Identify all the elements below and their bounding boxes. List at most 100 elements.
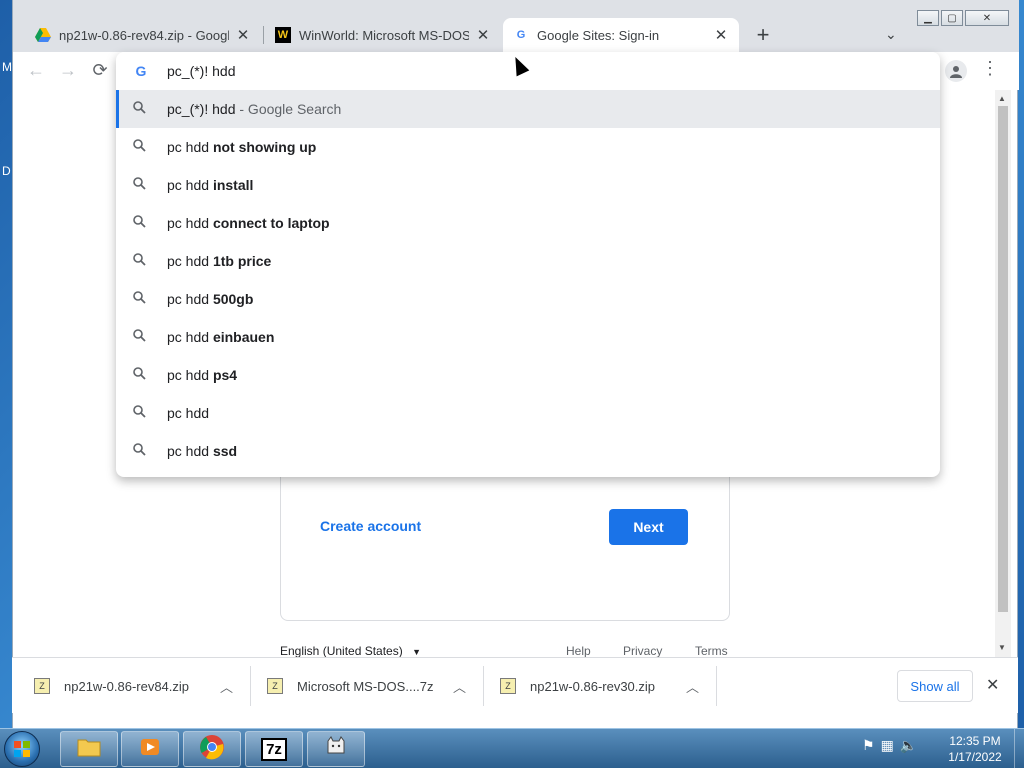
volume-icon[interactable]: 🔈 xyxy=(900,737,917,754)
dropdown-arrow-icon: ▼ xyxy=(412,647,421,657)
media-player-icon xyxy=(139,736,161,763)
zip-file-icon: Z xyxy=(267,678,283,694)
suggestion-text: pc hdd xyxy=(167,215,213,231)
tab-drive[interactable]: np21w-0.86-rev84.zip - Google D ✕ xyxy=(25,18,261,52)
suggestion-item[interactable]: pc hdd not showing up xyxy=(116,128,940,166)
suggestion-text: pc hdd xyxy=(167,139,213,155)
help-link[interactable]: Help xyxy=(566,644,591,658)
new-tab-button[interactable]: + xyxy=(751,24,775,46)
suggestion-completion: connect to laptop xyxy=(212,215,330,231)
download-filename: Microsoft MS-DOS....7z xyxy=(297,678,434,694)
7zip-taskbar-button[interactable]: 7z xyxy=(245,731,303,767)
download-separator xyxy=(716,666,717,706)
tab-search-icon[interactable]: ⌄ xyxy=(885,26,897,43)
reload-icon[interactable]: ⟳ xyxy=(89,60,111,81)
7zip-icon: 7z xyxy=(261,737,287,761)
chrome-taskbar-button[interactable] xyxy=(183,731,241,767)
explorer-taskbar-button[interactable] xyxy=(60,731,118,767)
address-input[interactable]: pc_(*)! hdd xyxy=(167,63,235,79)
download-filename: np21w-0.86-rev30.zip xyxy=(530,678,656,694)
kebab-menu-icon[interactable]: ⋮ xyxy=(981,58,999,79)
download-separator xyxy=(250,666,251,706)
page-scrollbar[interactable]: ▲ ▼ xyxy=(995,90,1011,657)
suggestion-text: pc hdd xyxy=(167,405,210,421)
suggestion-item[interactable]: pc_(*)! hdd - Google Search xyxy=(116,90,940,128)
chevron-up-icon[interactable]: ︿ xyxy=(686,677,699,696)
suggestion-completion: ssd xyxy=(212,443,238,459)
next-button[interactable]: Next xyxy=(609,509,688,545)
suggestion-completion: 500gb xyxy=(212,291,254,307)
suggestion-item[interactable]: pc hdd install xyxy=(116,166,940,204)
close-window-button[interactable]: ✕ xyxy=(965,10,1009,26)
search-icon xyxy=(133,139,149,155)
action-center-flag-icon[interactable]: ⚑ xyxy=(862,737,875,754)
search-icon xyxy=(133,101,149,117)
scroll-thumb[interactable] xyxy=(998,106,1008,612)
chrome-icon xyxy=(199,734,225,765)
media-player-taskbar-button[interactable] xyxy=(121,731,179,767)
suggestion-item[interactable]: pc hdd ps4 xyxy=(116,356,940,394)
download-separator xyxy=(483,666,484,706)
scroll-up-icon[interactable]: ▲ xyxy=(998,94,1006,103)
close-icon[interactable]: ✕ xyxy=(986,675,999,695)
winworld-icon: W xyxy=(275,27,291,43)
desktop-icon-label: D xyxy=(2,164,11,178)
tab-winworld[interactable]: W WinWorld: Microsoft MS-DOS 6. ✕ xyxy=(265,18,501,52)
show-all-button[interactable]: Show all xyxy=(897,670,973,702)
cat-icon xyxy=(324,735,348,764)
create-account-link[interactable]: Create account xyxy=(320,518,421,534)
tab-strip: np21w-0.86-rev84.zip - Google D ✕ W WinW… xyxy=(13,0,1019,52)
maximize-button[interactable]: ▢ xyxy=(941,10,963,26)
zip-file-icon: Z xyxy=(34,678,50,694)
search-icon xyxy=(133,367,149,383)
download-filename: np21w-0.86-rev84.zip xyxy=(64,678,190,694)
terms-link[interactable]: Terms xyxy=(695,644,728,658)
language-selector[interactable]: English (United States) ▼ xyxy=(280,644,421,658)
download-item[interactable]: Z np21w-0.86-rev30.zip xyxy=(500,658,655,714)
suggestion-text: pc_(*)! hdd xyxy=(167,101,236,117)
folder-icon xyxy=(77,737,101,762)
tab-title: np21w-0.86-rev84.zip - Google D xyxy=(59,27,229,43)
suggestion-item[interactable]: pc hdd einbauen xyxy=(116,318,940,356)
suggestion-completion: 1tb price xyxy=(212,253,272,269)
cat-app-taskbar-button[interactable] xyxy=(307,731,365,767)
chevron-up-icon[interactable]: ︿ xyxy=(220,677,233,696)
forward-arrow-icon[interactable]: → xyxy=(57,60,79,81)
suggestion-text: pc hdd xyxy=(167,177,213,193)
tab-close-icon[interactable]: ✕ xyxy=(475,26,491,44)
back-arrow-icon[interactable]: ← xyxy=(25,60,47,81)
suggestion-text: pc hdd xyxy=(167,291,213,307)
desktop-icon-label: M xyxy=(2,60,12,74)
search-icon xyxy=(133,177,149,193)
profile-avatar-icon[interactable] xyxy=(945,60,967,82)
suggestion-item[interactable]: pc hdd 1tb price xyxy=(116,242,940,280)
suggestion-suffix: - Google Search xyxy=(235,101,342,117)
suggestion-completion: not showing up xyxy=(212,139,317,155)
privacy-link[interactable]: Privacy xyxy=(623,644,662,658)
clock-date: 1/17/2022 xyxy=(948,750,1002,764)
minimize-button[interactable]: ▁ xyxy=(917,10,939,26)
chevron-up-icon[interactable]: ︿ xyxy=(453,677,466,696)
suggestion-item[interactable]: pc hdd 500gb xyxy=(116,280,940,318)
zip-file-icon: Z xyxy=(500,678,516,694)
tab-close-icon[interactable]: ✕ xyxy=(713,26,729,44)
suggestion-text: pc hdd xyxy=(167,253,213,269)
system-tray: ⚑ ▦ 🔈 xyxy=(862,737,917,754)
tab-google-sites[interactable]: G Google Sites: Sign-in ✕ xyxy=(503,18,739,52)
taskbar-clock[interactable]: 12:35 PM 1/17/2022 xyxy=(940,733,1010,765)
scroll-down-icon[interactable]: ▼ xyxy=(998,643,1006,652)
suggestion-item[interactable]: pc hdd xyxy=(116,394,940,432)
start-button[interactable] xyxy=(4,731,40,767)
suggestion-item[interactable]: pc hdd connect to laptop xyxy=(116,204,940,242)
drive-icon xyxy=(35,27,51,43)
tab-close-icon[interactable]: ✕ xyxy=(235,26,251,44)
suggestion-completion: einbauen xyxy=(212,329,275,345)
download-item[interactable]: Z Microsoft MS-DOS....7z xyxy=(267,658,434,714)
suggestion-completion: ps4 xyxy=(212,367,238,383)
download-shelf: Z np21w-0.86-rev84.zip ︿ Z Microsoft MS-… xyxy=(12,657,1018,713)
show-desktop-button[interactable] xyxy=(1014,729,1024,768)
suggestion-item[interactable]: pc hdd ssd xyxy=(116,432,940,470)
suggestion-text: pc hdd xyxy=(167,367,213,383)
network-icon[interactable]: ▦ xyxy=(881,737,894,754)
download-item[interactable]: Z np21w-0.86-rev84.zip xyxy=(34,658,189,714)
